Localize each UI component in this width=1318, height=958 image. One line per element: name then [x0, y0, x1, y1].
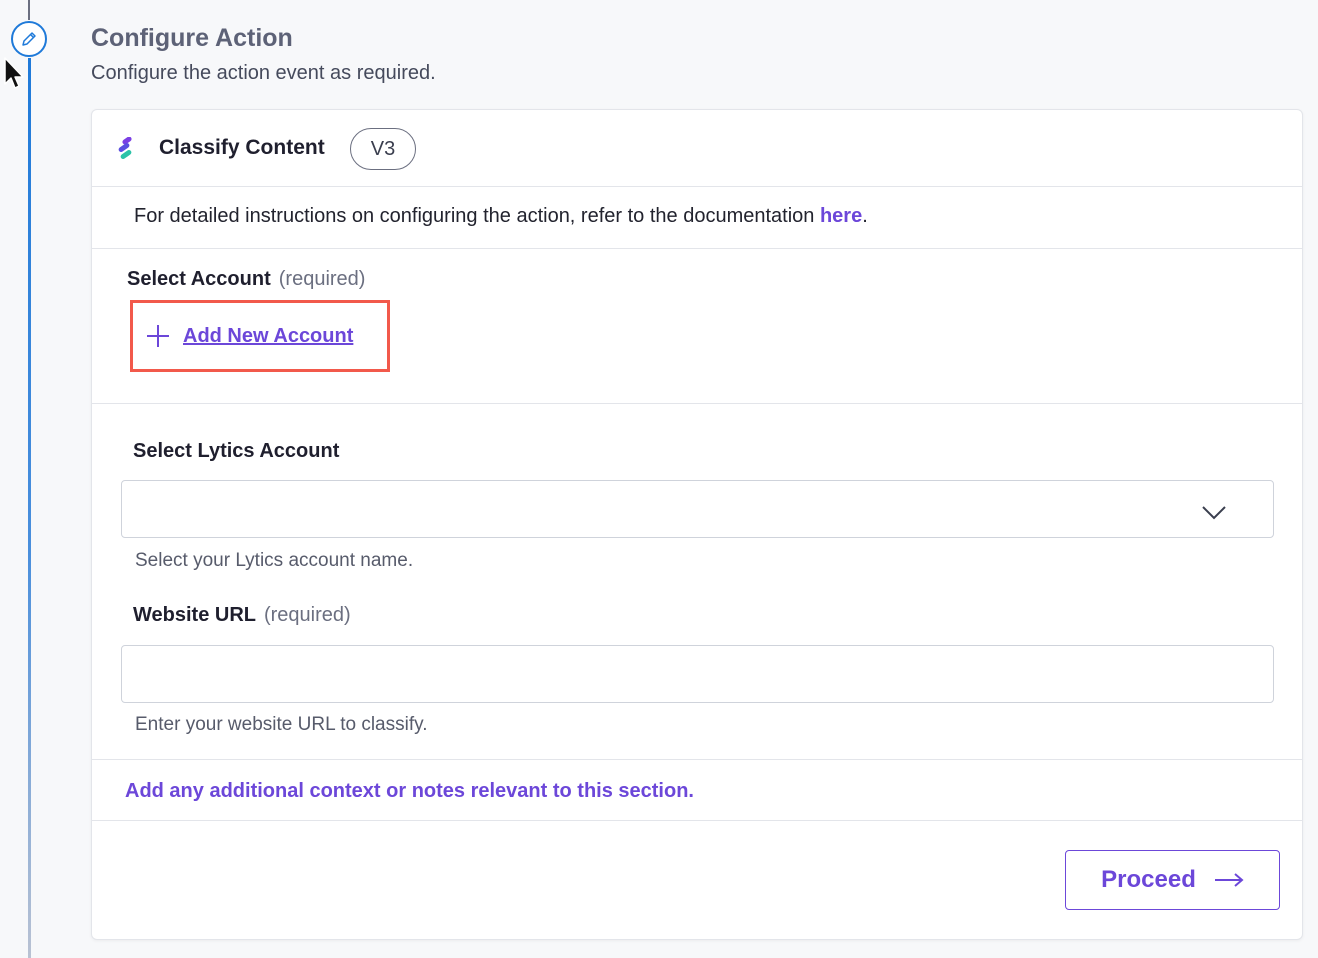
documentation-suffix: . — [862, 205, 868, 227]
context-notes-row: Add any additional context or notes rele… — [92, 759, 1302, 821]
plus-icon — [147, 325, 169, 347]
lytics-account-label: Select Lytics Account — [133, 440, 340, 462]
arrow-right-icon — [1214, 873, 1244, 887]
edit-step-button[interactable] — [11, 21, 47, 57]
highlight-box: Add New Account — [130, 300, 390, 372]
required-marker: (required) — [263, 604, 351, 626]
website-url-label: Website URL — [133, 604, 256, 626]
lytics-account-select[interactable] — [121, 480, 1274, 538]
lytics-account-helper: Select your Lytics account name. — [135, 550, 414, 571]
chevron-down-icon — [1202, 506, 1226, 520]
documentation-text: For detailed instructions on configuring… — [134, 205, 868, 228]
required-marker: (required) — [278, 268, 366, 290]
app-title: Classify Content — [159, 136, 325, 159]
proceed-label: Proceed — [1101, 866, 1196, 893]
proceed-button[interactable]: Proceed — [1065, 850, 1280, 910]
add-new-account-button[interactable]: Add New Account — [145, 323, 353, 349]
add-new-account-label: Add New Account — [183, 324, 354, 347]
select-account-section: Select Account (required) Add New Account — [92, 249, 1302, 404]
website-url-input[interactable] — [121, 645, 1274, 703]
documentation-link[interactable]: here — [820, 205, 862, 227]
website-url-helper: Enter your website URL to classify. — [135, 714, 428, 735]
timeline-line — [28, 58, 31, 958]
page-title: Configure Action — [91, 24, 293, 52]
mouse-cursor-icon — [4, 57, 24, 89]
pencil-icon — [22, 32, 36, 46]
context-notes-link[interactable]: Add any additional context or notes rele… — [125, 780, 694, 803]
page-subtitle: Configure the action event as required. — [91, 62, 436, 84]
select-account-label: Select Account — [127, 268, 271, 290]
timeline-line-top — [28, 0, 30, 20]
contentstack-logo-icon — [118, 137, 132, 160]
select-account-label-row: Select Account (required) — [127, 268, 365, 291]
version-badge: V3 — [350, 128, 416, 170]
documentation-prefix: For detailed instructions on configuring… — [134, 205, 820, 227]
card-header: Classify Content V3 — [92, 110, 1302, 187]
documentation-row: For detailed instructions on configuring… — [92, 187, 1302, 249]
action-config-card: Classify Content V3 For detailed instruc… — [91, 109, 1303, 940]
configure-action-screen: Configure Action Configure the action ev… — [0, 0, 1318, 958]
website-url-label-row: Website URL (required) — [133, 604, 351, 627]
